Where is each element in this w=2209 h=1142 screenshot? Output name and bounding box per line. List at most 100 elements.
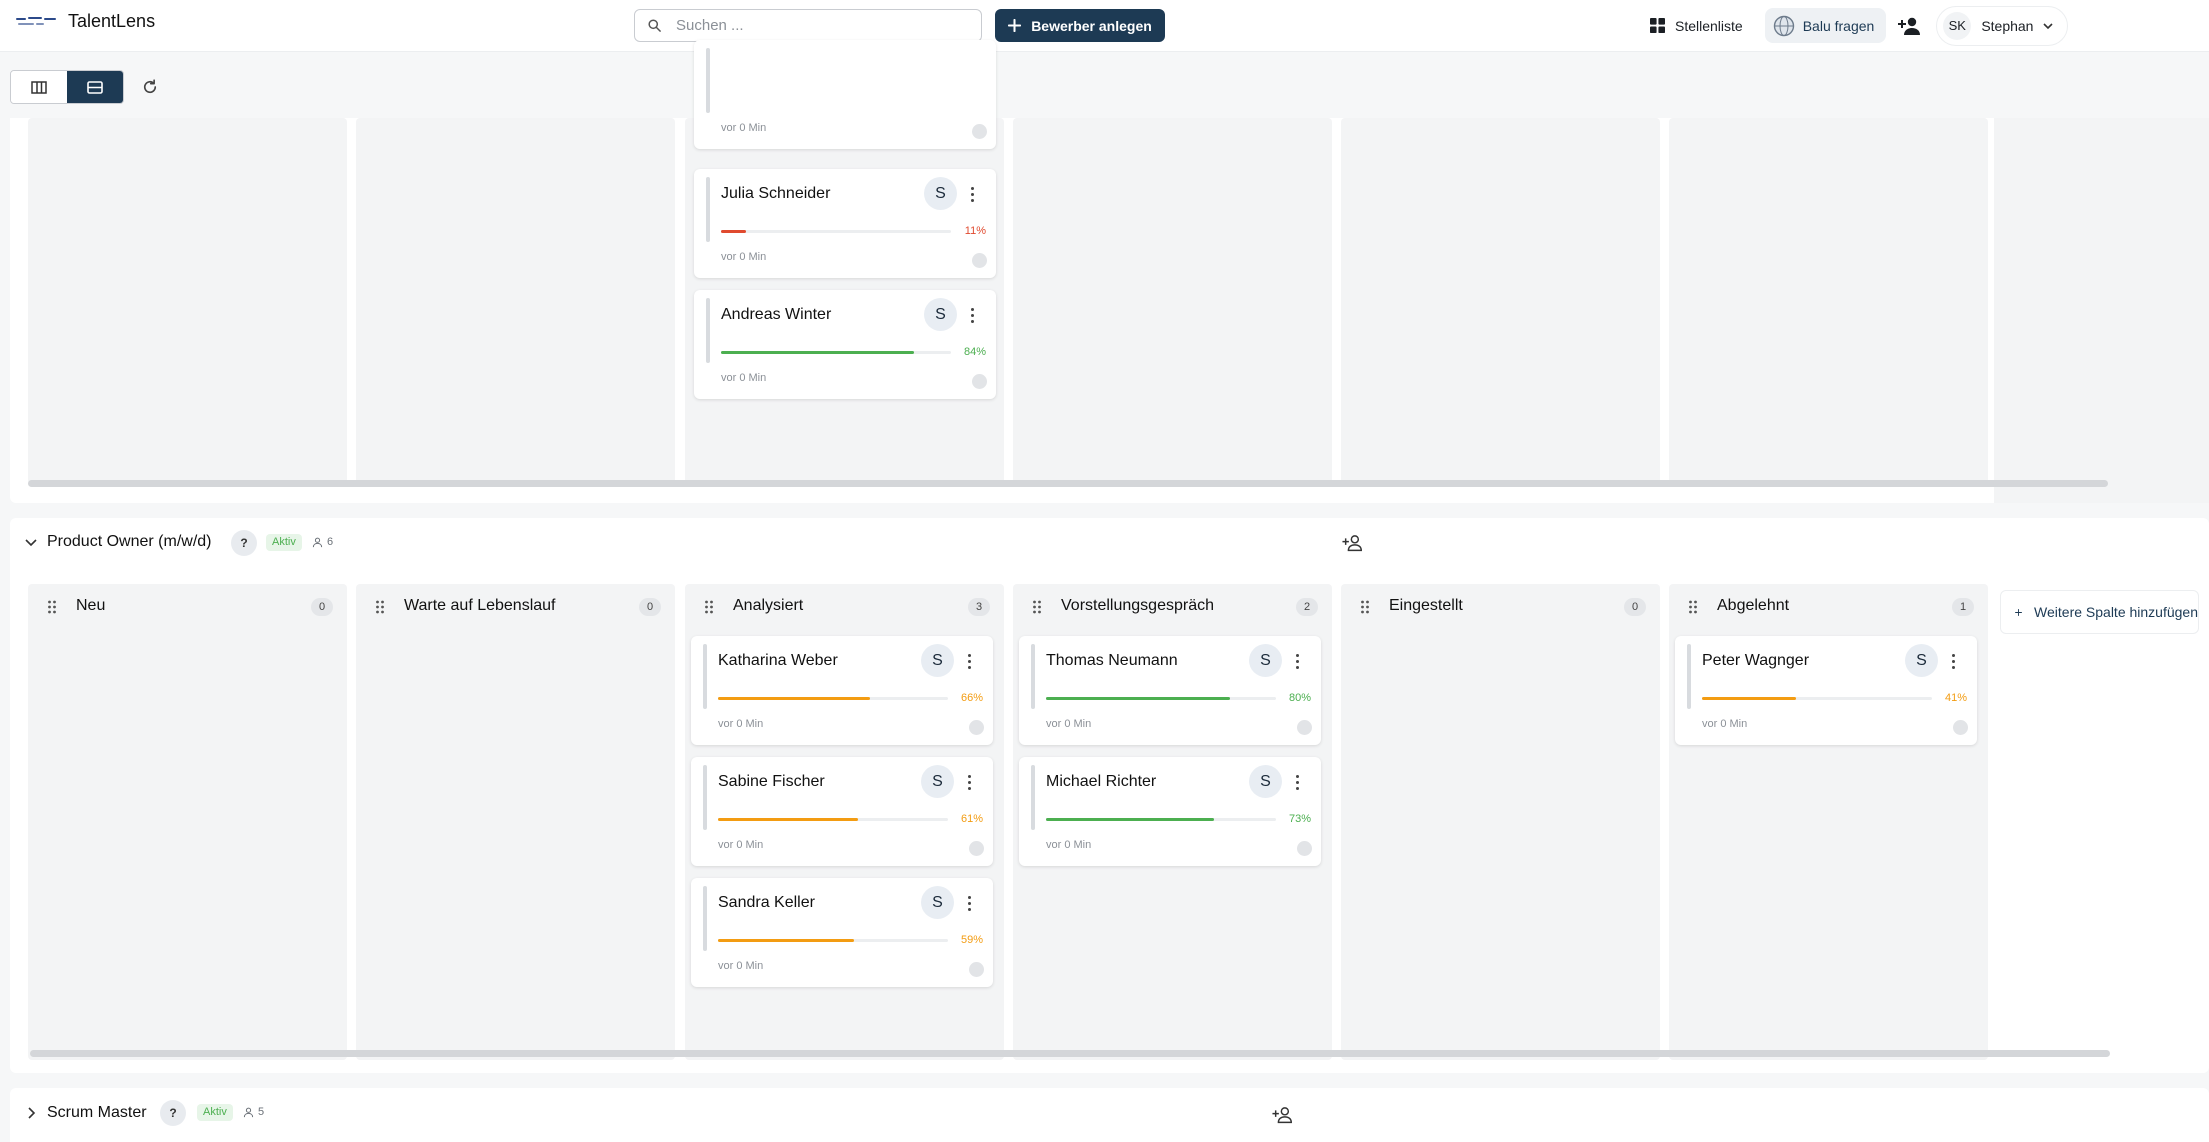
columns-view-button[interactable] <box>11 71 67 103</box>
score-badge: S <box>1249 765 1282 798</box>
add-user-button[interactable] <box>1896 12 1924 40</box>
create-applicant-label: Bewerber anlegen <box>1031 17 1152 34</box>
add-user-icon[interactable] <box>1342 532 1364 554</box>
status-dot <box>969 841 984 856</box>
card-time: vor 0 Min <box>718 718 764 730</box>
applicant-count: 6 <box>312 536 333 548</box>
status-dot <box>972 124 987 139</box>
drag-handle-icon[interactable] <box>1032 599 1042 615</box>
board-right-area <box>1994 118 2209 503</box>
create-applicant-button[interactable]: Bewerber anlegen <box>995 9 1165 42</box>
applicant-card[interactable]: Katharina Weber S 66% vor 0 Min <box>691 636 993 745</box>
applicant-name: Michael Richter <box>1046 773 1157 790</box>
q-badge[interactable]: ? <box>160 1100 186 1126</box>
card-time: vor 0 Min <box>1702 718 1748 730</box>
card-time: vor 0 Min <box>718 960 764 972</box>
applicant-name: Sandra Keller <box>718 894 815 911</box>
card-time: vor 0 Min <box>1046 839 1092 851</box>
grid-icon <box>1650 18 1665 33</box>
q-badge[interactable]: ? <box>231 530 257 556</box>
add-column-button[interactable]: Weitere Spalte hinzufügen <box>2000 590 2199 634</box>
horizontal-scrollbar[interactable] <box>30 1050 2110 1057</box>
applicant-card[interactable]: Thomas Neumann S 80% vor 0 Min <box>1019 636 1321 745</box>
status-dot <box>1297 720 1312 735</box>
more-vert-icon[interactable] <box>964 184 980 204</box>
brand[interactable]: TalentLens <box>16 11 155 32</box>
pipeline-column: vor 0 Min Julia Schneider S 11% vor 0 Mi… <box>685 40 1004 485</box>
search-icon <box>648 19 661 32</box>
score-percent: 11% <box>964 225 986 237</box>
applicant-count: 5 <box>243 1106 264 1118</box>
plus-icon <box>2015 608 2022 616</box>
more-vert-icon[interactable] <box>961 651 977 671</box>
pipeline-column <box>1669 118 1988 485</box>
user-menu[interactable]: SK Stephan <box>1936 5 2069 46</box>
pipeline-column-eingestellt: Eingestellt 0 <box>1341 584 1660 1060</box>
add-user-icon <box>1898 17 1921 35</box>
rows-view-button[interactable] <box>67 71 123 103</box>
job-title[interactable]: Scrum Master <box>47 1104 147 1122</box>
applicant-card[interactable]: Andreas Winter S 84% vor 0 Min <box>694 290 996 399</box>
drag-handle-icon[interactable] <box>704 599 714 615</box>
add-user-icon[interactable] <box>1272 1104 1294 1126</box>
drag-handle-icon[interactable] <box>375 599 385 615</box>
status-dot <box>969 720 984 735</box>
applicant-name: Julia Schneider <box>721 185 831 202</box>
chevron-right-icon[interactable] <box>24 1106 38 1120</box>
score-bar <box>1046 697 1276 700</box>
applicant-card[interactable]: vor 0 Min <box>694 40 996 149</box>
column-title: Analysiert <box>733 597 804 614</box>
status-dot <box>972 253 987 268</box>
chevron-down-icon <box>2043 22 2054 29</box>
more-vert-icon[interactable] <box>1289 772 1305 792</box>
logo-icon <box>16 16 58 27</box>
pipeline-column-analysiert: Analysiert 3 Katharina Weber S 66% vor 0… <box>685 584 1004 1060</box>
column-title: Neu <box>76 597 106 614</box>
column-count: 0 <box>639 598 661 616</box>
job-title[interactable]: Product Owner (m/w/d) <box>47 533 211 551</box>
board-header: Product Owner (m/w/d) ? Aktiv 6 <box>10 518 2209 568</box>
chevron-down-icon[interactable] <box>24 536 38 550</box>
pipeline-board-top: vor 0 Min Julia Schneider S 11% vor 0 Mi… <box>10 40 2209 503</box>
user-avatar: SK <box>1943 11 1972 40</box>
ask-balu-button[interactable]: Balu fragen <box>1764 8 1887 43</box>
more-vert-icon[interactable] <box>964 305 980 325</box>
more-vert-icon[interactable] <box>961 772 977 792</box>
column-header: Abgelehnt 1 <box>1669 584 1988 628</box>
applicant-card[interactable]: Julia Schneider S 11% vor 0 Min <box>694 169 996 278</box>
applicant-card[interactable]: Peter Wagnger S 41% vor 0 Min <box>1675 636 1977 745</box>
applicant-card[interactable]: Sandra Keller S 59% vor 0 Min <box>691 878 993 987</box>
drag-handle-icon[interactable] <box>1360 599 1370 615</box>
card-time: vor 0 Min <box>721 122 767 134</box>
user-name: Stephan <box>1981 17 2034 34</box>
refresh-button[interactable] <box>136 73 164 101</box>
applicant-card[interactable]: Michael Richter S 73% vor 0 Min <box>1019 757 1321 866</box>
person-icon <box>312 537 323 547</box>
applicant-name: Sabine Fischer <box>718 773 825 790</box>
card-time: vor 0 Min <box>718 839 764 851</box>
applicant-name: Andreas Winter <box>721 306 832 323</box>
pipeline-column <box>356 118 675 485</box>
status-dot <box>972 374 987 389</box>
status-dot <box>969 962 984 977</box>
more-vert-icon[interactable] <box>1289 651 1305 671</box>
card-time: vor 0 Min <box>721 251 767 263</box>
stellenliste-label: Stellenliste <box>1675 17 1743 34</box>
more-vert-icon[interactable] <box>961 893 977 913</box>
pipeline-board-product-owner: Product Owner (m/w/d) ? Aktiv 6 Neu 0 Wa… <box>10 518 2209 1073</box>
search-box[interactable] <box>634 9 982 42</box>
column-title: Vorstellungsgespräch <box>1061 597 1214 614</box>
app-name: TalentLens <box>68 11 156 31</box>
drag-handle-icon[interactable] <box>1688 599 1698 615</box>
horizontal-scrollbar[interactable] <box>28 480 2108 487</box>
pipeline-board-scrum-master: Scrum Master ? Aktiv 5 <box>10 1088 2209 1142</box>
search-input[interactable] <box>676 17 946 34</box>
stellenliste-link[interactable]: Stellenliste <box>1650 18 1743 34</box>
top-right-actions: Stellenliste Balu fragen SK Stephan <box>1650 5 2069 46</box>
applicant-card[interactable]: Sabine Fischer S 61% vor 0 Min <box>691 757 993 866</box>
column-count: 0 <box>311 598 333 616</box>
drag-handle-icon[interactable] <box>47 599 57 615</box>
column-title: Warte auf Lebenslauf <box>404 597 556 614</box>
columns-view-icon <box>31 80 47 94</box>
more-vert-icon[interactable] <box>1945 651 1961 671</box>
